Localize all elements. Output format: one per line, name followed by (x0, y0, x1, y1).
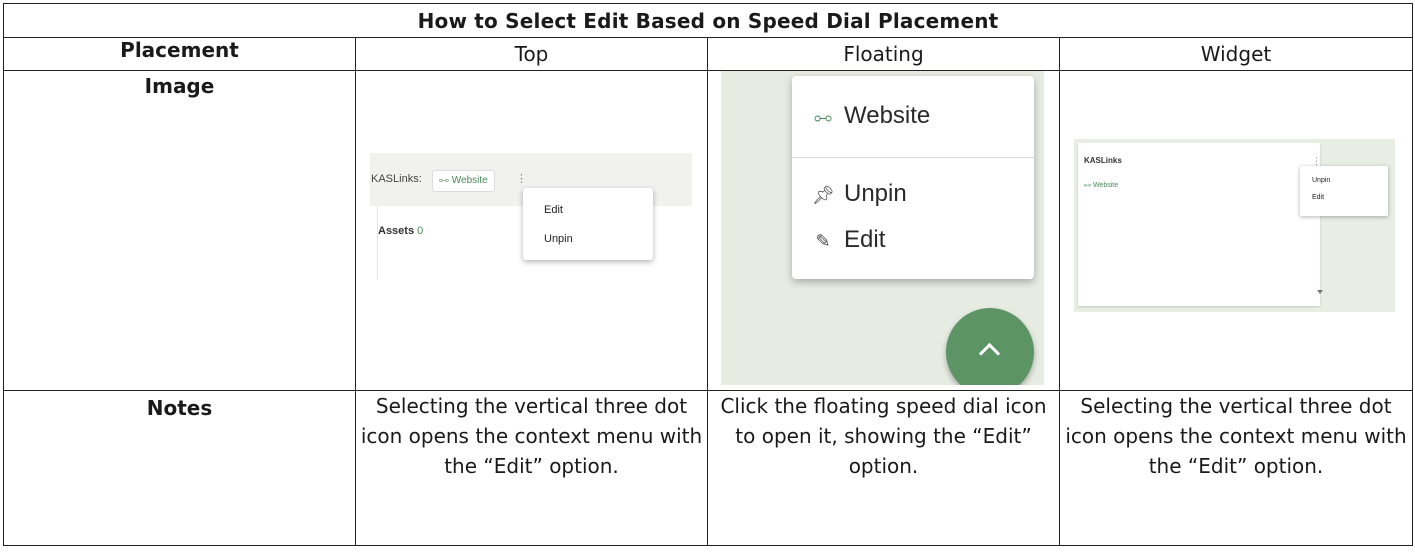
floating-placement-image: ⧟ Website 📌︎ Unpin ✎ Edit (721, 71, 1044, 385)
top-menu-edit: Edit (544, 204, 563, 216)
widget-title: KASLinks (1084, 156, 1122, 165)
header-top: Top (355, 37, 708, 71)
notes-top: Selecting the vertical three dot icon op… (355, 390, 708, 546)
assets-count: 0 (417, 225, 424, 237)
widget-placement-image: KASLinks ⧟ Website ⋮ Unpin Edit (1074, 139, 1395, 312)
header-widget: Widget (1059, 37, 1413, 71)
floating-unpin-label: Unpin (844, 180, 907, 207)
scroll-down-icon (1317, 290, 1323, 294)
top-menu-unpin: Unpin (544, 233, 573, 245)
floating-speed-dial-button (946, 308, 1034, 385)
widget-website-label: Website (1092, 182, 1119, 189)
notes-widget: Selecting the vertical three dot icon op… (1059, 390, 1413, 546)
notes-row-label: Notes (3, 390, 356, 546)
pin-icon: 📌︎ (812, 185, 835, 205)
floating-website-label: Website (844, 102, 931, 129)
table-title: How to Select Edit Based on Speed Dial P… (3, 3, 1413, 38)
vertical-dots-icon: ⋮ (516, 172, 527, 185)
kaslinks-label: KASLinks: (371, 173, 422, 185)
widget-image-cell: KASLinks ⧟ Website ⋮ Unpin Edit (1059, 70, 1413, 391)
link-icon: ⧟ (439, 175, 449, 186)
image-row-label: Image (3, 70, 356, 391)
pencil-icon: ✎ (815, 231, 831, 251)
widget-menu-unpin: Unpin (1312, 177, 1331, 184)
link-icon: ⧟ (814, 107, 832, 127)
floating-menu-unpin: 📌︎ Unpin (812, 180, 907, 208)
chevron-up-icon (978, 342, 1001, 365)
header-floating: Floating (707, 37, 1060, 71)
floating-edit-label: Edit (844, 226, 886, 253)
website-chip-label: Website (451, 175, 488, 186)
floating-menu-website: ⧟ Website (812, 102, 930, 130)
notes-floating: Click the floating speed dial icon to op… (707, 390, 1060, 546)
widget-website-link: ⧟ Website (1084, 182, 1118, 190)
top-context-menu: Edit Unpin (523, 188, 653, 260)
website-chip: ⧟ Website (432, 170, 495, 192)
floating-menu-edit: ✎ Edit (812, 226, 885, 254)
header-placement-label: Placement (3, 37, 356, 71)
widget-menu-edit: Edit (1312, 194, 1325, 201)
top-image-cell: KASLinks: ⧟ Website ⋮ Assets 0 Edit Unpin (355, 70, 708, 391)
widget-context-menu: Unpin Edit (1300, 166, 1388, 216)
top-placement-image: KASLinks: ⧟ Website ⋮ Assets 0 Edit Unpin (370, 153, 692, 280)
assets-heading: Assets 0 (378, 225, 423, 237)
floating-menu: ⧟ Website 📌︎ Unpin ✎ Edit (792, 76, 1034, 279)
speed-dial-edit-table: How to Select Edit Based on Speed Dial P… (3, 3, 1413, 546)
assets-label: Assets (378, 225, 415, 237)
menu-divider (792, 157, 1034, 158)
floating-image-cell: ⧟ Website 📌︎ Unpin ✎ Edit (707, 70, 1060, 391)
link-icon: ⧟ (1084, 182, 1091, 189)
kaslinks-widget: KASLinks ⧟ Website ⋮ (1078, 143, 1323, 306)
